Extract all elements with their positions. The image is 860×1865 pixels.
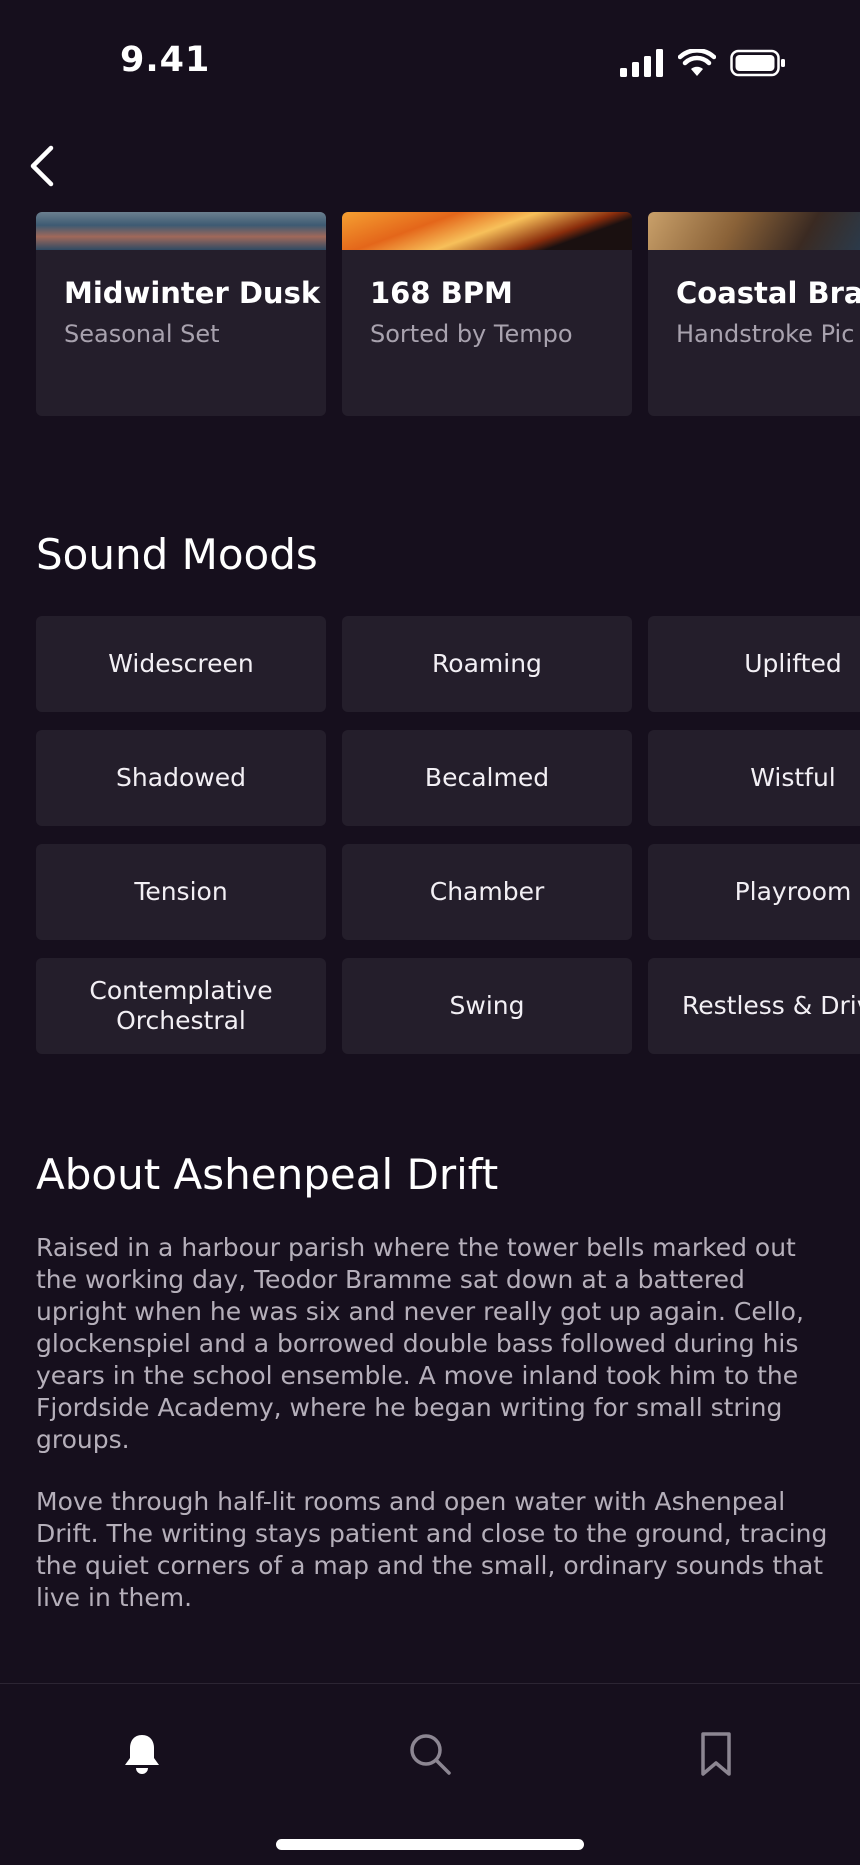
mood-tile[interactable]: Uplifted [648,616,860,712]
mood-tile[interactable]: Shadowed [36,730,326,826]
mood-tile[interactable]: Swing [342,958,632,1054]
card-subtitle: Handstroke Pic [676,320,855,348]
tab-search[interactable] [400,1724,460,1784]
card-thumbnail [648,212,860,250]
status-bar: 9.41 [0,0,860,130]
card-title: Coastal Brass [676,276,860,310]
tab-bar [0,1683,860,1865]
card-title: Midwinter Dusk [64,276,321,310]
sound-moods-grid: Widescreen Roaming Uplifted Shadowed Bec… [36,616,860,1056]
back-button[interactable] [14,138,70,194]
mood-tile[interactable]: Wistful [648,730,860,826]
collection-card[interactable]: Midwinter Dusk Seasonal Set [36,212,326,416]
tab-notifications[interactable] [112,1724,172,1784]
mood-tile[interactable]: Playroom [648,844,860,940]
sound-moods-title: Sound Moods [36,530,318,579]
chevron-left-icon [30,145,54,187]
search-icon [410,1734,451,1775]
mood-tile[interactable]: Chamber [342,844,632,940]
mood-tile[interactable]: Contemplative Orchestral [36,958,326,1054]
mood-tile[interactable]: Roaming [342,616,632,712]
tab-bookmarks[interactable] [686,1724,746,1784]
card-subtitle: Sorted by Tempo [370,320,573,348]
about-paragraph: Move through half-lit rooms and open wat… [36,1487,828,1612]
home-indicator [276,1839,584,1850]
collections-carousel[interactable]: Midwinter Dusk Seasonal Set 168 BPM Sort… [36,212,860,416]
mood-tile[interactable]: Restless & Driv [648,958,860,1054]
mood-tile[interactable]: Widescreen [36,616,326,712]
card-title: 168 BPM [370,276,513,310]
about-title: About Ashenpeal Drift [36,1150,499,1199]
card-thumbnail [36,212,326,250]
wifi-icon [678,49,716,76]
status-time: 9.41 [120,40,211,80]
bookmark-icon [701,1732,731,1776]
cellular-signal-icon [620,49,663,77]
status-icons [620,49,786,77]
card-subtitle: Seasonal Set [64,320,220,348]
mood-tile[interactable]: Tension [36,844,326,940]
battery-icon [730,49,785,77]
about-paragraph: Raised in a harbour parish where the tow… [36,1233,804,1454]
collection-card[interactable]: 168 BPM Sorted by Tempo [342,212,632,416]
mood-tile[interactable]: Becalmed [342,730,632,826]
card-thumbnail [342,212,632,250]
bell-icon [125,1735,159,1774]
collection-card[interactable]: Coastal Brass Handstroke Pic [648,212,860,416]
